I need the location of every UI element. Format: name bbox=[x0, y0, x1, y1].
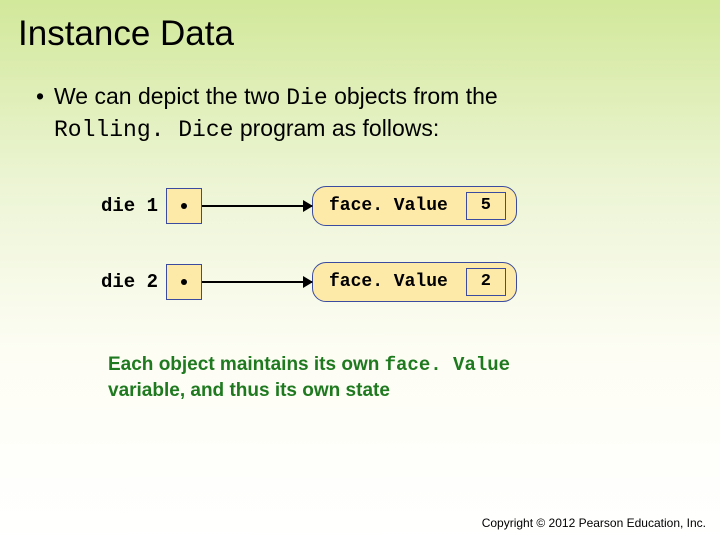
code-rollingdice: Rolling. Dice bbox=[54, 117, 233, 143]
value-box: 2 bbox=[466, 268, 506, 296]
arrow-icon bbox=[202, 205, 312, 207]
bullet-text: •We can depict the two Die objects from … bbox=[0, 54, 720, 146]
variable-label: die 1 bbox=[100, 195, 158, 217]
reference-box bbox=[166, 264, 202, 300]
caption-text: Each object maintains its own face. Valu… bbox=[0, 338, 720, 404]
copyright-notice: Copyright © 2012 Pearson Education, Inc. bbox=[482, 516, 706, 530]
bullet-part-b: objects from the bbox=[328, 83, 498, 109]
object-box: face. Value 2 bbox=[312, 262, 517, 302]
object-row: die 1 face. Value 5 bbox=[100, 186, 720, 226]
object-row: die 2 face. Value 2 bbox=[100, 262, 720, 302]
code-facevalue: face. Value bbox=[385, 354, 510, 376]
caption-part-b: variable, and thus its own state bbox=[108, 380, 390, 401]
caption-part-a: Each object maintains its own bbox=[108, 354, 385, 375]
object-box: face. Value 5 bbox=[312, 186, 517, 226]
field-label: face. Value bbox=[329, 196, 448, 216]
bullet-part-a: We can depict the two bbox=[54, 83, 286, 109]
diagram-area: die 1 face. Value 5 die 2 face. Value 2 bbox=[0, 186, 720, 302]
code-die: Die bbox=[286, 85, 327, 111]
variable-label: die 2 bbox=[100, 271, 158, 293]
arrow-icon bbox=[202, 281, 312, 283]
value-box: 5 bbox=[466, 192, 506, 220]
bullet-part-c: program as follows: bbox=[233, 115, 439, 141]
slide-title: Instance Data bbox=[0, 0, 720, 54]
bullet-marker: • bbox=[36, 82, 54, 112]
reference-box bbox=[166, 188, 202, 224]
field-label: face. Value bbox=[329, 272, 448, 292]
